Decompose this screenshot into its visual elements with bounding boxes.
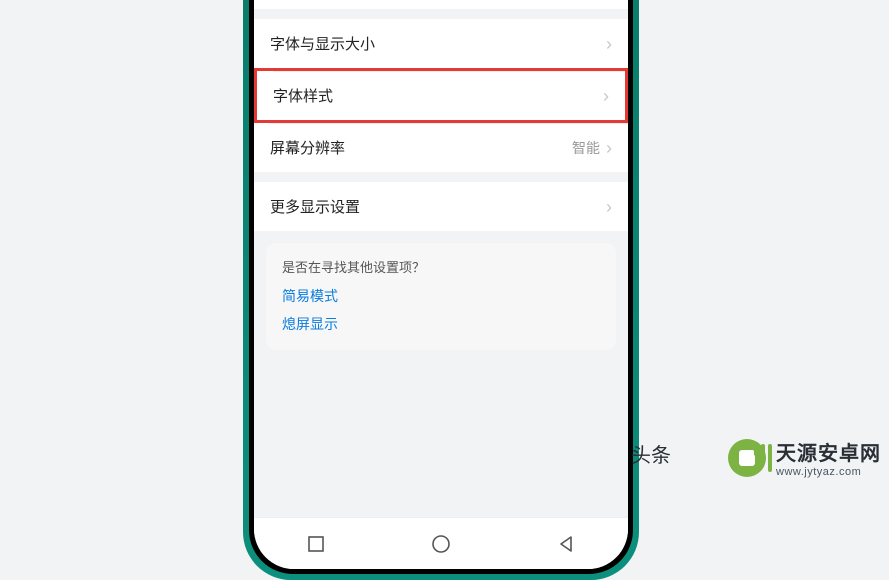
row-label: 字体样式 bbox=[273, 85, 333, 106]
hint-link-aod[interactable]: 熄屏显示 bbox=[282, 314, 600, 334]
watermark-prefix: 头条 bbox=[631, 439, 671, 468]
chevron-right-icon: › bbox=[603, 87, 609, 105]
settings-section-font: 字体与显示大小 › 字体样式 › 屏幕分辨率 智能 › bbox=[254, 19, 628, 172]
settings-section-display: 护眼模式 › 深色模式 › bbox=[254, 0, 628, 9]
row-label: 屏幕分辨率 bbox=[270, 137, 345, 158]
chevron-right-icon: › bbox=[606, 139, 612, 157]
row-screen-resolution[interactable]: 屏幕分辨率 智能 › bbox=[254, 123, 628, 172]
watermark-title: 天源安卓网 bbox=[776, 437, 881, 466]
signal-bars-icon bbox=[754, 444, 772, 472]
hint-card: 是否在寻找其他设置项？ 简易模式 熄屏显示 bbox=[266, 243, 616, 350]
settings-content: 护眼模式 › 深色模式 › 字体与显示大小 › 字体样式 › bbox=[254, 0, 628, 517]
nav-home-button[interactable] bbox=[421, 524, 461, 564]
square-icon bbox=[307, 535, 325, 553]
chevron-right-icon: › bbox=[606, 198, 612, 216]
phone-bezel: 护眼模式 › 深色模式 › 字体与显示大小 › 字体样式 › bbox=[249, 0, 633, 574]
phone-screen: 护眼模式 › 深色模式 › 字体与显示大小 › 字体样式 › bbox=[254, 0, 628, 569]
nav-recent-button[interactable] bbox=[296, 524, 336, 564]
circle-icon bbox=[431, 534, 451, 554]
row-font-style[interactable]: 字体样式 › bbox=[254, 68, 628, 123]
row-dark-mode[interactable]: 深色模式 › bbox=[254, 0, 628, 9]
watermark-url: www.jytyaz.com bbox=[776, 466, 881, 478]
watermark-text: 天源安卓网 www.jytyaz.com bbox=[776, 437, 881, 478]
hint-link-simple-mode[interactable]: 简易模式 bbox=[282, 286, 600, 306]
watermark: 天源安卓网 www.jytyaz.com bbox=[728, 437, 881, 478]
watermark-logo-icon bbox=[728, 439, 766, 477]
hint-title: 是否在寻找其他设置项？ bbox=[282, 257, 600, 276]
android-nav-bar bbox=[254, 517, 628, 569]
row-label: 更多显示设置 bbox=[270, 196, 360, 217]
settings-section-more: 更多显示设置 › bbox=[254, 182, 628, 231]
triangle-left-icon bbox=[557, 535, 575, 553]
row-font-display-size[interactable]: 字体与显示大小 › bbox=[254, 19, 628, 68]
nav-back-button[interactable] bbox=[546, 524, 586, 564]
chevron-right-icon: › bbox=[606, 35, 612, 53]
row-label: 字体与显示大小 bbox=[270, 33, 375, 54]
phone-frame: 护眼模式 › 深色模式 › 字体与显示大小 › 字体样式 › bbox=[243, 0, 639, 580]
row-right: 智能 › bbox=[572, 138, 612, 158]
row-more-display[interactable]: 更多显示设置 › bbox=[254, 182, 628, 231]
row-value: 智能 bbox=[572, 138, 600, 158]
